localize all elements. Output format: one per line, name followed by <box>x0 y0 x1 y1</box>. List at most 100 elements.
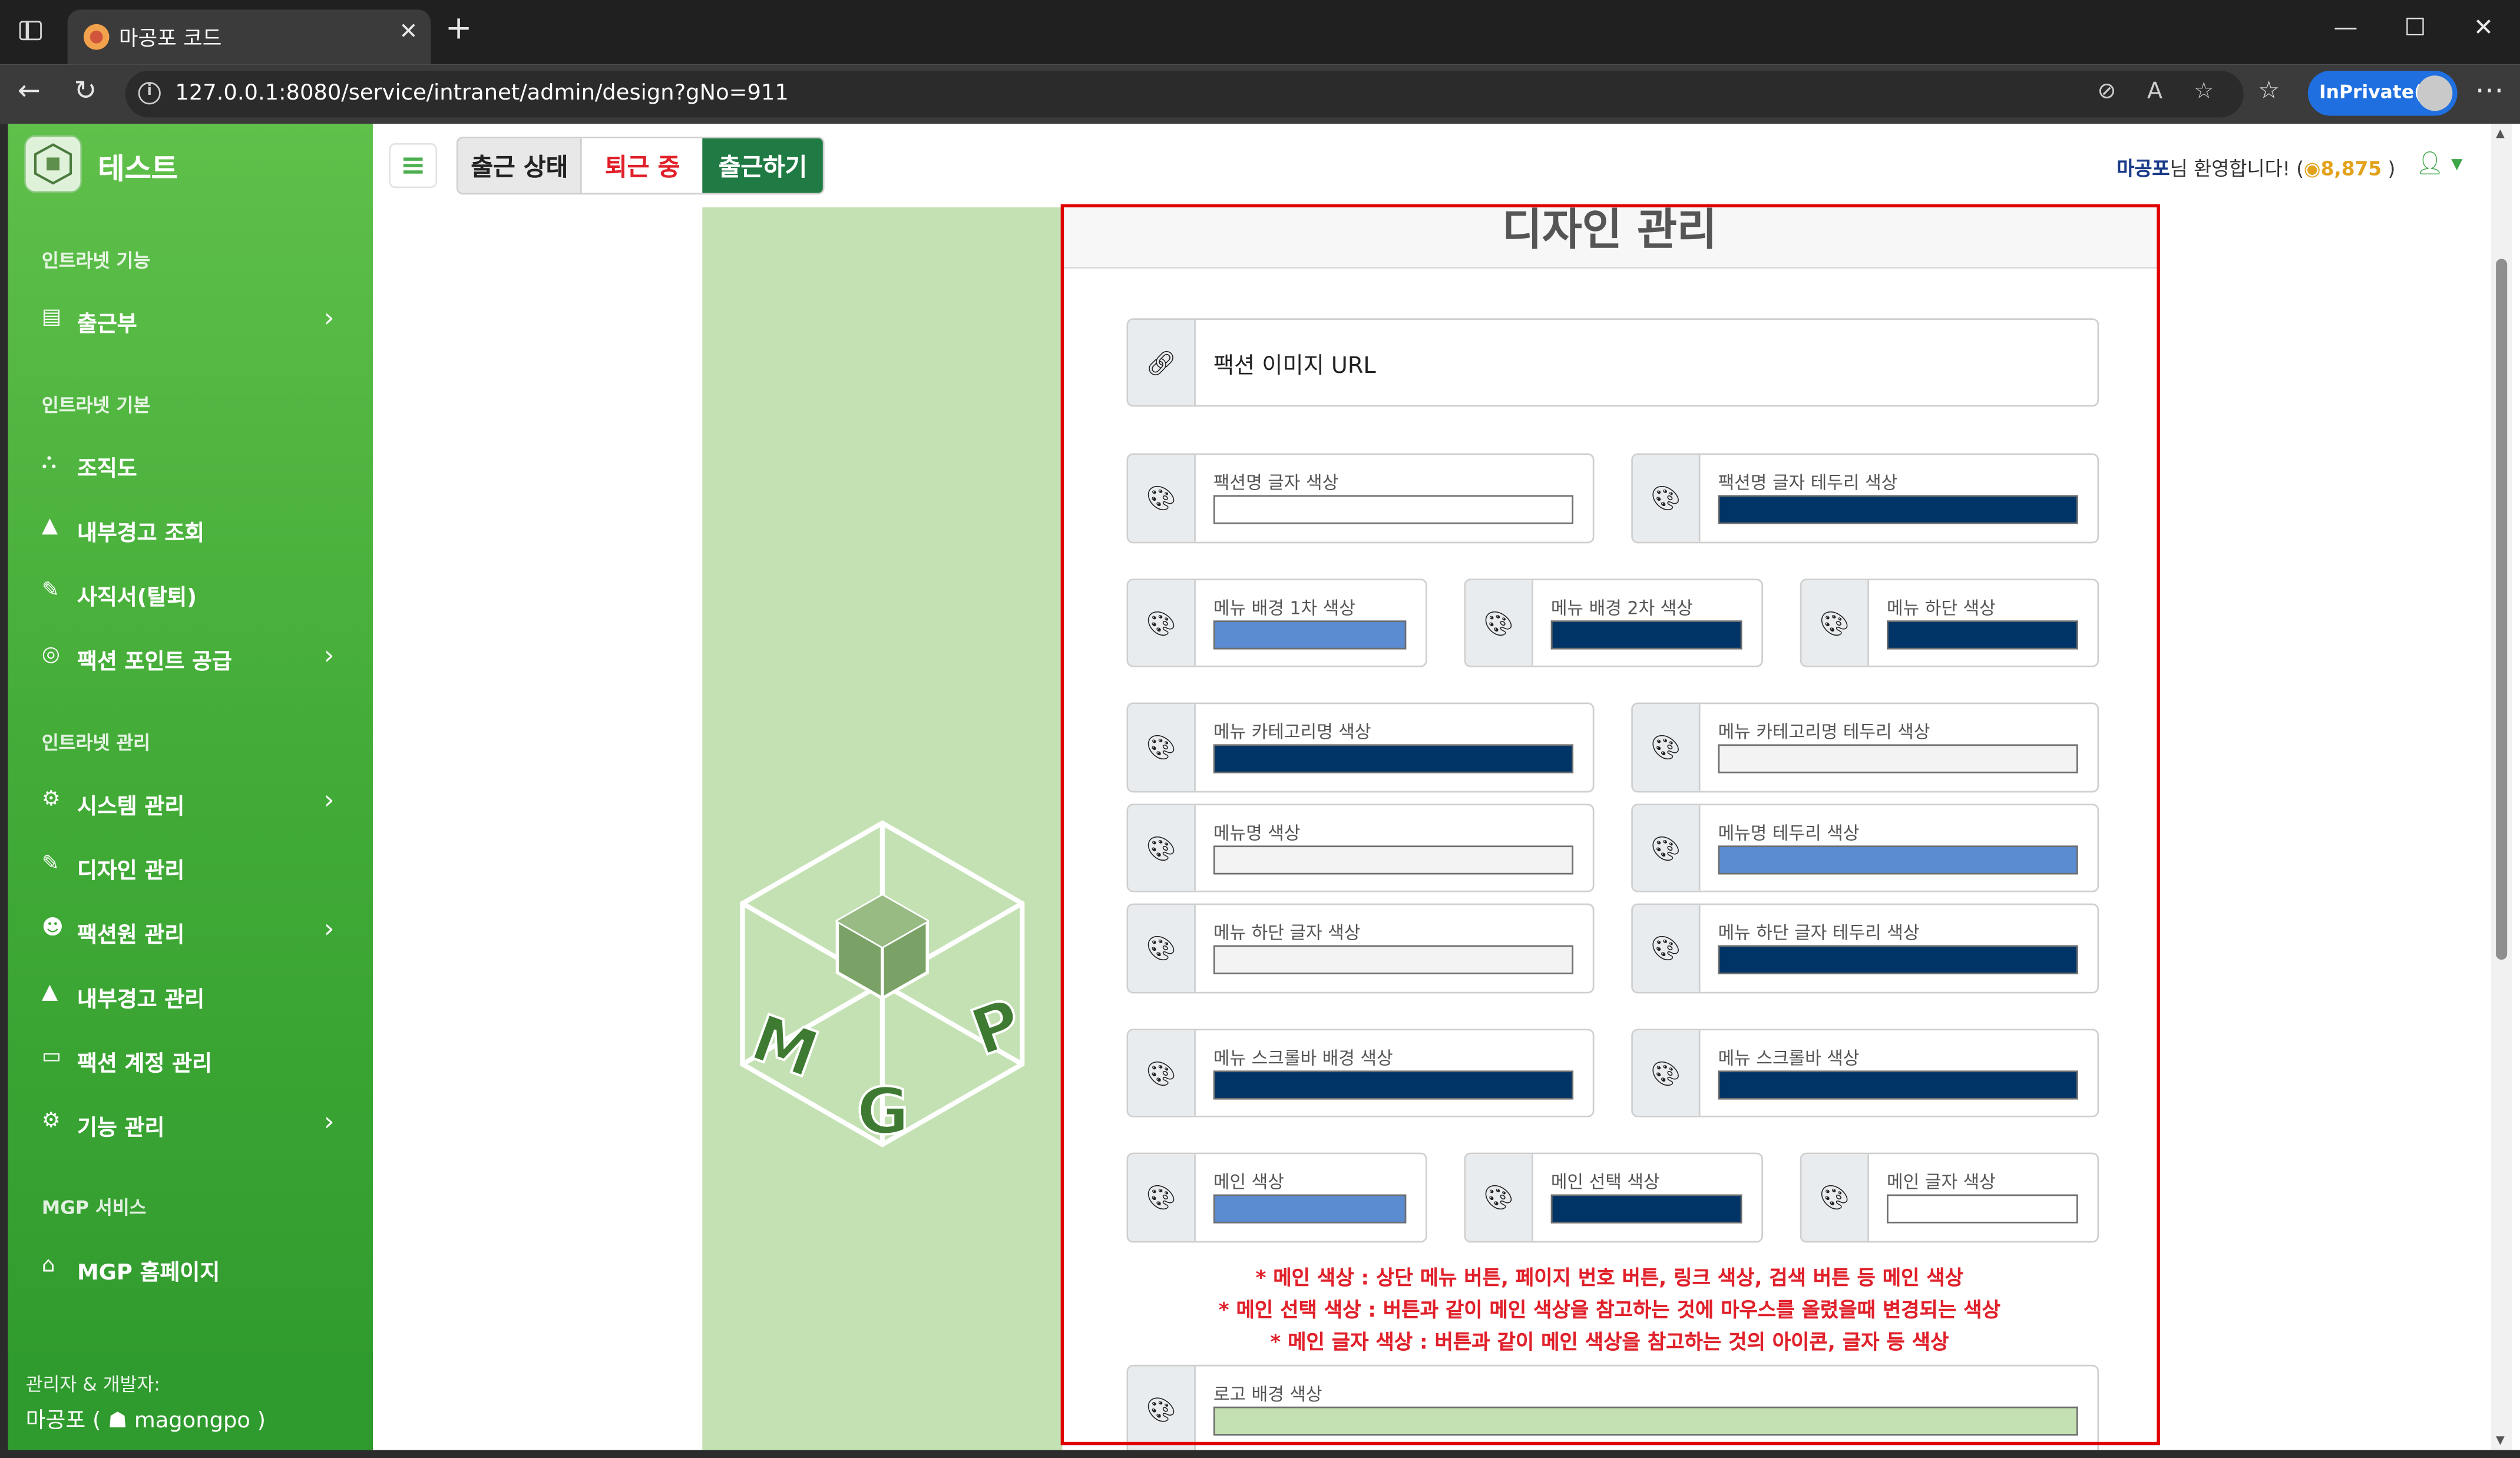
field-label: 메뉴 배경 1차 색상 <box>1213 598 1355 619</box>
color-swatch[interactable] <box>1718 495 2078 524</box>
menu-bg2-field[interactable]: 🎨︎ 메뉴 배경 2차 색상 <box>1464 578 1763 667</box>
read-aloud-icon[interactable]: A <box>2147 79 2162 105</box>
browser-tab-bar: 마공포 코드 ✕ + — ☐ ✕ <box>0 0 2520 65</box>
menu-scrollbar-field[interactable]: 🎨︎ 메뉴 스크롤바 색상 <box>1631 1029 2099 1118</box>
favorites-icon[interactable]: ☆ <box>2258 75 2280 104</box>
color-swatch[interactable] <box>1887 620 2078 650</box>
menu-bottom-text-field[interactable]: 🎨︎ 메뉴 하단 글자 색상 <box>1126 903 1595 994</box>
menu-bottom-text-border-field[interactable]: 🎨︎ 메뉴 하단 글자 테두리 색상 <box>1631 903 2099 994</box>
palette-icon: 🎨︎ <box>1146 1395 1177 1424</box>
menu-scrollbar-bg-field[interactable]: 🎨︎ 메뉴 스크롤바 배경 색상 <box>1126 1029 1595 1118</box>
faction-name-border-field[interactable]: 🎨︎ 팩션명 글자 테두리 색상 <box>1631 453 2099 544</box>
scroll-thumb[interactable] <box>2496 259 2508 960</box>
menu-category-field[interactable]: 🎨︎ 메뉴 카테고리명 색상 <box>1126 702 1595 793</box>
card-header: 디자인 관리 <box>1062 207 2157 269</box>
menu-name-border-field[interactable]: 🎨︎ 메뉴명 테두리 색상 <box>1631 804 2099 892</box>
color-swatch[interactable] <box>1887 1194 2078 1224</box>
sidebar-toggle-icon[interactable] <box>19 21 42 41</box>
more-options-icon[interactable]: ⋯ <box>2475 74 2504 108</box>
color-swatch[interactable] <box>1213 744 1574 773</box>
welcome-name[interactable]: 마공포 <box>2116 157 2170 180</box>
window-close-icon[interactable]: ✕ <box>2473 13 2493 42</box>
menu-bottom-field[interactable]: 🎨︎ 메뉴 하단 색상 <box>1800 578 2099 667</box>
chevron-right-icon: › <box>324 784 335 815</box>
page-scrollbar[interactable]: ▲ ▼ <box>2491 124 2512 1450</box>
sidebar-footer: 관리자 & 개발자: 마공포 ( ☗ magongpo ) <box>8 1351 373 1450</box>
faction-name-color-field[interactable]: 🎨︎ 팩션명 글자 색상 <box>1126 453 1595 544</box>
logo-bg-color-field[interactable]: 🎨︎ 로고 배경 색상 <box>1126 1364 2099 1455</box>
browser-tab[interactable]: 마공포 코드 ✕ <box>67 9 431 65</box>
main-color-field[interactable]: 🎨︎ 메인 색상 <box>1126 1152 1427 1243</box>
url-field[interactable]: i 127.0.0.1:8080/service/intranet/admin/… <box>125 71 2244 118</box>
color-swatch[interactable] <box>1718 744 2078 773</box>
sidebar-item-homepage[interactable]: ⌂ MGP 홈페이지 <box>8 1238 373 1299</box>
image-url-field[interactable]: 🔗︎ 팩션 이미지 URL <box>1126 318 2099 407</box>
color-swatch[interactable] <box>1213 945 1574 974</box>
sidebar-item-label: 팩션 포인트 공급 <box>77 649 232 676</box>
user-menu-icon[interactable]: 👤︎ ▾ <box>2416 151 2463 177</box>
back-icon[interactable]: ← <box>18 75 41 108</box>
main-select-color-field[interactable]: 🎨︎ 메인 선택 색상 <box>1464 1152 1763 1243</box>
color-swatch[interactable] <box>1213 1406 2078 1436</box>
sidebar-item-resignation[interactable]: ✎ 사직서(탈퇴) <box>8 563 373 624</box>
tab-close-icon[interactable]: ✕ <box>399 19 418 45</box>
window-left-edge <box>0 124 8 1458</box>
color-swatch[interactable] <box>1718 945 2078 974</box>
maximize-icon[interactable]: ☐ <box>2405 13 2426 42</box>
menu-name-field[interactable]: 🎨︎ 메뉴명 색상 <box>1126 804 1595 892</box>
design-card: 디자인 관리 🔗︎ 팩션 이미지 URL 🎨︎ 팩션명 글자 색상 🎨︎ 팩션명… <box>1062 207 2157 1455</box>
menu-bg1-field[interactable]: 🎨︎ 메뉴 배경 1차 색상 <box>1126 578 1427 667</box>
svg-text:G: G <box>856 1074 910 1149</box>
sidebar-item-design[interactable]: ✎ 디자인 관리 <box>8 836 373 897</box>
color-swatch[interactable] <box>1550 620 1742 650</box>
main-text-color-field[interactable]: 🎨︎ 메인 글자 색상 <box>1800 1152 2099 1243</box>
check-in-button[interactable]: 출근하기 <box>702 138 824 193</box>
sidebar-item-accounts[interactable]: ▭ 팩션 계정 관리 <box>8 1029 373 1090</box>
color-swatch[interactable] <box>1213 620 1407 650</box>
field-label: 메뉴 스크롤바 배경 색상 <box>1213 1048 1393 1069</box>
sidebar-item-label: 디자인 관리 <box>77 858 185 884</box>
sidebar-item-members[interactable]: ☻ 팩션원 관리 › <box>8 900 373 961</box>
color-swatch[interactable] <box>1718 845 2078 875</box>
tab-title: 마공포 코드 <box>118 27 222 52</box>
favorite-star-icon[interactable]: ☆ <box>2194 79 2214 105</box>
refresh-icon[interactable]: ↻ <box>74 75 97 108</box>
sidebar-item-system[interactable]: ⚙ 시스템 관리 › <box>8 772 373 833</box>
input-addon: 🎨︎ <box>1128 704 1196 791</box>
sidebar-item-label: MGP 홈페이지 <box>77 1260 220 1287</box>
brand-logo[interactable] <box>24 135 82 193</box>
sidebar-item-org-chart[interactable]: ⛬ 조직도 <box>8 434 373 495</box>
color-swatch[interactable] <box>1213 1070 1574 1100</box>
color-swatch[interactable] <box>1213 495 1574 524</box>
sidebar-item-functions[interactable]: ⚙ 기능 관리 › <box>8 1093 373 1155</box>
minimize-icon[interactable]: — <box>2334 13 2358 42</box>
home-icon: ⌂ <box>41 1254 55 1278</box>
palette-icon: 🎨︎ <box>1146 733 1177 762</box>
field-label: 메뉴 배경 2차 색상 <box>1550 598 1693 619</box>
color-swatch[interactable] <box>1550 1194 1742 1224</box>
sidebar-item-point-supply[interactable]: ◎ 팩션 포인트 공급 › <box>8 627 373 688</box>
section-heading-admin: 인트라넷 관리 <box>41 731 151 754</box>
field-label: 로고 배경 색상 <box>1213 1384 1322 1406</box>
inprivate-button[interactable]: InPrivate(2) <box>2307 71 2458 116</box>
sidebar-item-warning-view[interactable]: ▲ 내부경고 조회 <box>8 498 373 560</box>
sidebar-item-warning-admin[interactable]: ▲ 내부경고 관리 <box>8 964 373 1026</box>
info-icon[interactable]: i <box>138 82 161 105</box>
sidebar-item-attendance[interactable]: ▤ 출근부 › <box>8 289 373 351</box>
color-swatch[interactable] <box>1213 845 1574 875</box>
scroll-down-icon[interactable]: ▼ <box>2496 1434 2505 1447</box>
chevron-right-icon: › <box>324 1106 335 1137</box>
new-tab-icon[interactable]: + <box>445 11 472 44</box>
sidebar-item-label: 기능 관리 <box>77 1115 165 1142</box>
tracking-prevention-icon[interactable]: ⊘ <box>2097 79 2116 105</box>
color-swatch[interactable] <box>1213 1194 1407 1224</box>
input-addon: 🔗︎ <box>1128 320 1196 405</box>
note-main-select-color: * 메인 선택 색상 : 버튼과 같이 메인 색상을 참고하는 것에 마우스를 … <box>1218 1297 2001 1322</box>
menu-toggle-button[interactable] <box>389 143 438 189</box>
sidebar-item-label: 팩션 계정 관리 <box>77 1051 212 1077</box>
menu-category-border-field[interactable]: 🎨︎ 메뉴 카테고리명 테두리 색상 <box>1631 702 2099 793</box>
scroll-up-icon[interactable]: ▲ <box>2496 127 2505 140</box>
color-swatch[interactable] <box>1718 1070 2078 1100</box>
screen: 마공포 코드 ✕ + — ☐ ✕ ← ↻ i 127.0.0.1:8080/se… <box>0 0 2520 1458</box>
sidebar-item-label: 내부경고 조회 <box>77 521 205 547</box>
